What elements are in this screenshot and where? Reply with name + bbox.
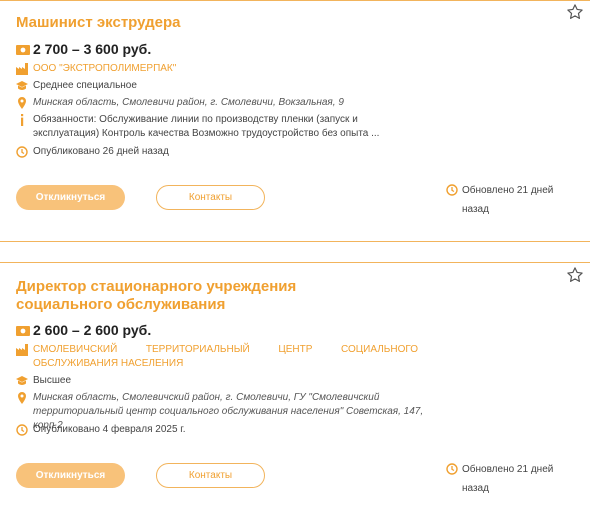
clock-icon	[16, 424, 28, 436]
salary: 2 600 – 2 600 руб.	[33, 322, 152, 338]
vacancy-title[interactable]: Директор стационарного учреждения социал…	[16, 278, 376, 314]
updated-info: Обновлено 21 дней назад	[446, 460, 576, 498]
graduation-cap-icon	[16, 376, 28, 385]
apply-button[interactable]: Откликнуться	[16, 463, 125, 488]
salary-row: 2 700 – 3 600 руб.	[16, 41, 151, 58]
apply-button[interactable]: Откликнуться	[16, 185, 125, 210]
factory-icon	[16, 63, 28, 75]
vacancy-title[interactable]: Машинист экструдера	[16, 14, 436, 32]
contacts-button[interactable]: Контакты	[156, 463, 265, 488]
graduation-cap-icon	[16, 81, 28, 90]
factory-icon	[16, 344, 28, 356]
divider	[0, 0, 590, 1]
published-row: Опубликовано 4 февраля 2025 г.	[16, 423, 186, 437]
clock-icon	[446, 184, 458, 196]
location-pin-icon	[18, 97, 26, 109]
company-row: ООО "ЭКСТРОПОЛИМЕРПАК"	[16, 62, 176, 76]
vacancy-card: Директор стационарного учреждения социал…	[0, 262, 590, 510]
divider	[0, 241, 590, 242]
duties-row: Обязанности: Обслуживание линии по произ…	[16, 113, 416, 141]
location-pin-icon	[18, 392, 26, 404]
divider	[0, 262, 590, 263]
salary-row: 2 600 – 2 600 руб.	[16, 322, 151, 339]
clock-icon	[16, 146, 28, 158]
education: Высшее	[33, 375, 72, 386]
contacts-button[interactable]: Контакты	[156, 185, 265, 210]
salary: 2 700 – 3 600 руб.	[33, 41, 152, 57]
address-row: Минская область, Смолевичи район, г. Смо…	[16, 96, 344, 110]
money-icon	[16, 326, 30, 336]
published-date: Опубликовано 26 дней назад	[33, 146, 169, 157]
company-link[interactable]: ООО "ЭКСТРОПОЛИМЕРПАК"	[33, 62, 176, 76]
star-icon[interactable]	[566, 3, 584, 21]
vacancy-card: Машинист экструдера 2 700 – 3 600 руб. О…	[0, 0, 590, 242]
company-row: СМОЛЕВИЧСКИЙ ТЕРРИТОРИАЛЬНЫЙ ЦЕНТР СОЦИА…	[16, 343, 418, 371]
published-row: Опубликовано 26 дней назад	[16, 145, 169, 159]
updated-text: Обновлено 21 дней назад	[462, 464, 554, 494]
star-icon[interactable]	[566, 266, 584, 284]
education-row: Высшее	[16, 374, 71, 388]
education-row: Среднее специальное	[16, 79, 137, 93]
address: Минская область, Смолевичи район, г. Смо…	[33, 97, 344, 108]
published-date: Опубликовано 4 февраля 2025 г.	[33, 424, 186, 435]
updated-text: Обновлено 21 дней назад	[462, 185, 554, 215]
company-link[interactable]: СМОЛЕВИЧСКИЙ ТЕРРИТОРИАЛЬНЫЙ ЦЕНТР СОЦИА…	[33, 343, 418, 371]
clock-icon	[446, 463, 458, 475]
updated-info: Обновлено 21 дней назад	[446, 181, 576, 219]
education: Среднее специальное	[33, 80, 137, 91]
duties: Обязанности: Обслуживание линии по произ…	[33, 114, 380, 139]
money-icon	[16, 45, 30, 55]
info-icon	[21, 114, 24, 126]
